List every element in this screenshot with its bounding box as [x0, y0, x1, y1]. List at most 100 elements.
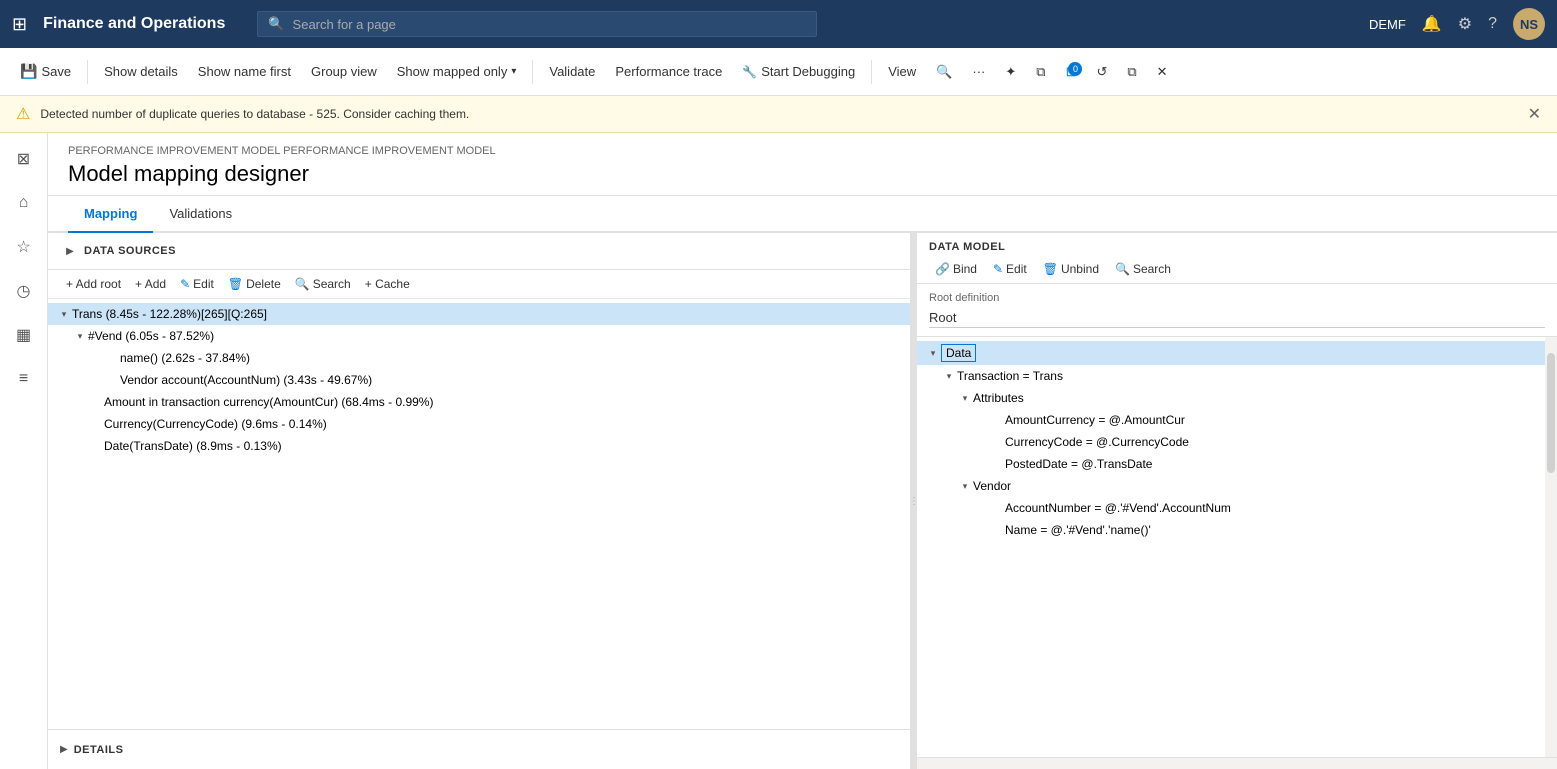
warning-close-button[interactable]: ✕ — [1528, 104, 1541, 124]
dm-item-name-field[interactable]: ▾ Name = @.'#Vend'.'name()' — [917, 519, 1545, 541]
group-view-button[interactable]: Group view — [303, 60, 385, 83]
data-model-header: DATA MODEL 🔗 Bind ✎ Edit 🗑 Unbind — [917, 233, 1557, 284]
search-sources-button[interactable]: 🔍 Search — [289, 274, 357, 294]
dm-edit-button[interactable]: ✎ Edit — [987, 259, 1033, 279]
collapse-sources-button[interactable]: ▶ — [60, 241, 80, 261]
data-sources-tree: ▾ Trans (8.45s - 122.28%)[265][Q:265] ▾ … — [48, 299, 910, 729]
cache-button[interactable]: + Cache — [359, 274, 416, 294]
data-sources-toolbar: + Add root + Add ✎ Edit 🗑 Delete 🔍 — [48, 270, 910, 299]
toggle-vendor[interactable]: ▾ — [957, 478, 973, 494]
tree-item-vendor-account[interactable]: ▾ Vendor account(AccountNum) (3.43s - 49… — [48, 369, 910, 391]
extension-icon: ⧉ — [1036, 64, 1045, 80]
tree-item-trans[interactable]: ▾ Trans (8.45s - 122.28%)[265][Q:265] — [48, 303, 910, 325]
sidebar-list-icon[interactable]: ≡ — [6, 361, 42, 397]
show-name-first-button[interactable]: Show name first — [190, 60, 299, 83]
data-model-scrollbar[interactable] — [1545, 337, 1557, 757]
tree-item-name[interactable]: ▾ name() (2.62s - 37.84%) — [48, 347, 910, 369]
add-button[interactable]: + Add — [129, 274, 172, 294]
sidebar-grid-icon[interactable]: ▦ — [6, 317, 42, 353]
dm-edit-icon: ✎ — [993, 262, 1003, 276]
top-nav-right: DEMF 🔔 ⚙ ? NS — [1369, 8, 1545, 40]
details-label: DETAILS — [74, 744, 124, 756]
warning-message: Detected number of duplicate queries to … — [40, 107, 469, 121]
performance-trace-button[interactable]: Performance trace — [607, 60, 730, 83]
global-search[interactable]: 🔍 Search for a page — [257, 11, 817, 37]
toggle-attributes[interactable]: ▾ — [957, 390, 973, 406]
tab-validations[interactable]: Validations — [153, 196, 248, 233]
add-root-button[interactable]: + Add root — [60, 274, 127, 294]
data-model-toolbar: 🔗 Bind ✎ Edit 🗑 Unbind 🔍 — [929, 259, 1545, 279]
sidebar-home-icon[interactable]: ⌂ — [6, 185, 42, 221]
link-icon: 🔗 — [935, 262, 950, 276]
show-details-button[interactable]: Show details — [96, 60, 186, 83]
tree-item-vend[interactable]: ▾ #Vend (6.05s - 87.52%) — [48, 325, 910, 347]
data-node-label: Data — [941, 344, 976, 362]
dm-item-transaction[interactable]: ▾ Transaction = Trans — [917, 365, 1545, 387]
counter-button[interactable]: ⊞ 0 — [1058, 60, 1085, 84]
data-sources-header: ▶ DATA SOURCES — [48, 233, 910, 270]
avatar[interactable]: NS — [1513, 8, 1545, 40]
bookmark-button[interactable]: ✦ — [997, 60, 1024, 84]
bind-button[interactable]: 🔗 Bind — [929, 259, 983, 279]
tab-mapping[interactable]: Mapping — [68, 196, 153, 233]
trash-icon: 🗑 — [228, 277, 243, 291]
page-header: PERFORMANCE IMPROVEMENT MODEL PERFORMANC… — [48, 133, 1557, 196]
sidebar-clock-icon[interactable]: ◷ — [6, 273, 42, 309]
refresh-button[interactable]: ↺ — [1088, 60, 1115, 84]
toggle-trans[interactable]: ▾ — [56, 306, 72, 322]
edit-button[interactable]: ✎ Edit — [174, 274, 220, 294]
notification-icon[interactable]: 🔔 — [1422, 14, 1442, 34]
panels: ▶ DATA SOURCES + Add root + Add ✎ Edit — [48, 233, 1557, 769]
left-sidebar: ⊠ ⌂ ☆ ◷ ▦ ≡ — [0, 133, 48, 769]
toggle-vend[interactable]: ▾ — [72, 328, 88, 344]
bookmark-icon: ✦ — [1005, 64, 1016, 80]
search-icon: 🔍 — [268, 16, 284, 32]
open-new-button[interactable]: ⧉ — [1119, 60, 1144, 84]
settings-icon[interactable]: ⚙ — [1458, 14, 1472, 34]
toggle-data[interactable]: ▾ — [925, 345, 941, 361]
environment-label: DEMF — [1369, 17, 1406, 32]
scrollbar-thumb[interactable] — [1547, 353, 1555, 473]
dm-item-account-number[interactable]: ▾ AccountNumber = @.'#Vend'.AccountNum — [917, 497, 1545, 519]
page-title: Model mapping designer — [68, 161, 1537, 187]
warning-icon: ⚠ — [16, 104, 30, 124]
toggle-details-button[interactable]: ▶ — [60, 744, 68, 755]
view-button[interactable]: View — [880, 60, 924, 83]
validate-button[interactable]: Validate — [541, 60, 603, 83]
toolbar-separator-3 — [871, 60, 872, 84]
dm-item-vendor[interactable]: ▾ Vendor — [917, 475, 1545, 497]
close-icon: ✕ — [1157, 64, 1168, 80]
search-toolbar-button[interactable]: 🔍 — [928, 60, 960, 84]
search-sources-icon: 🔍 — [295, 277, 310, 291]
more-options-button[interactable]: ··· — [964, 60, 993, 83]
dm-item-posted-date[interactable]: ▾ PostedDate = @.TransDate — [917, 453, 1545, 475]
grid-icon[interactable]: ⊞ — [12, 14, 27, 35]
root-def-value: Root — [929, 308, 1545, 328]
unbind-button[interactable]: 🗑 Unbind — [1037, 259, 1105, 279]
close-button[interactable]: ✕ — [1149, 60, 1176, 84]
dm-search-button[interactable]: 🔍 Search — [1109, 259, 1177, 279]
edit-icon: ✎ — [180, 277, 190, 291]
tree-item-currency[interactable]: ▾ Currency(CurrencyCode) (9.6ms - 0.14%) — [48, 413, 910, 435]
dm-item-currency-code[interactable]: ▾ CurrencyCode = @.CurrencyCode — [917, 431, 1545, 453]
start-debugging-button[interactable]: 🔧 Start Debugging — [734, 60, 863, 83]
sidebar-star-icon[interactable]: ☆ — [6, 229, 42, 265]
toolbar: 💾 Save Show details Show name first Grou… — [0, 48, 1557, 96]
dm-item-amount-currency[interactable]: ▾ AmountCurrency = @.AmountCur — [917, 409, 1545, 431]
root-definition: Root definition Root — [917, 284, 1557, 337]
toggle-transaction[interactable]: ▾ — [941, 368, 957, 384]
extension-button[interactable]: ⧉ — [1028, 60, 1053, 84]
show-mapped-only-button[interactable]: Show mapped only ▾ — [389, 60, 525, 83]
tree-item-amount-trans[interactable]: ▾ Amount in transaction currency(AmountC… — [48, 391, 910, 413]
sidebar-filter-icon[interactable]: ⊠ — [6, 141, 42, 177]
data-model-title: DATA MODEL — [929, 241, 1545, 253]
dm-item-data[interactable]: ▾ Data — [917, 341, 1545, 365]
delete-button[interactable]: 🗑 Delete — [222, 274, 287, 294]
dm-item-attributes[interactable]: ▾ Attributes — [917, 387, 1545, 409]
toolbar-separator-2 — [532, 60, 533, 84]
breadcrumb: PERFORMANCE IMPROVEMENT MODEL PERFORMANC… — [68, 145, 1537, 157]
save-button[interactable]: 💾 Save — [12, 59, 79, 84]
tree-item-date[interactable]: ▾ Date(TransDate) (8.9ms - 0.13%) — [48, 435, 910, 457]
help-icon[interactable]: ? — [1488, 15, 1497, 33]
data-model-bottom-scrollbar[interactable] — [917, 757, 1557, 769]
